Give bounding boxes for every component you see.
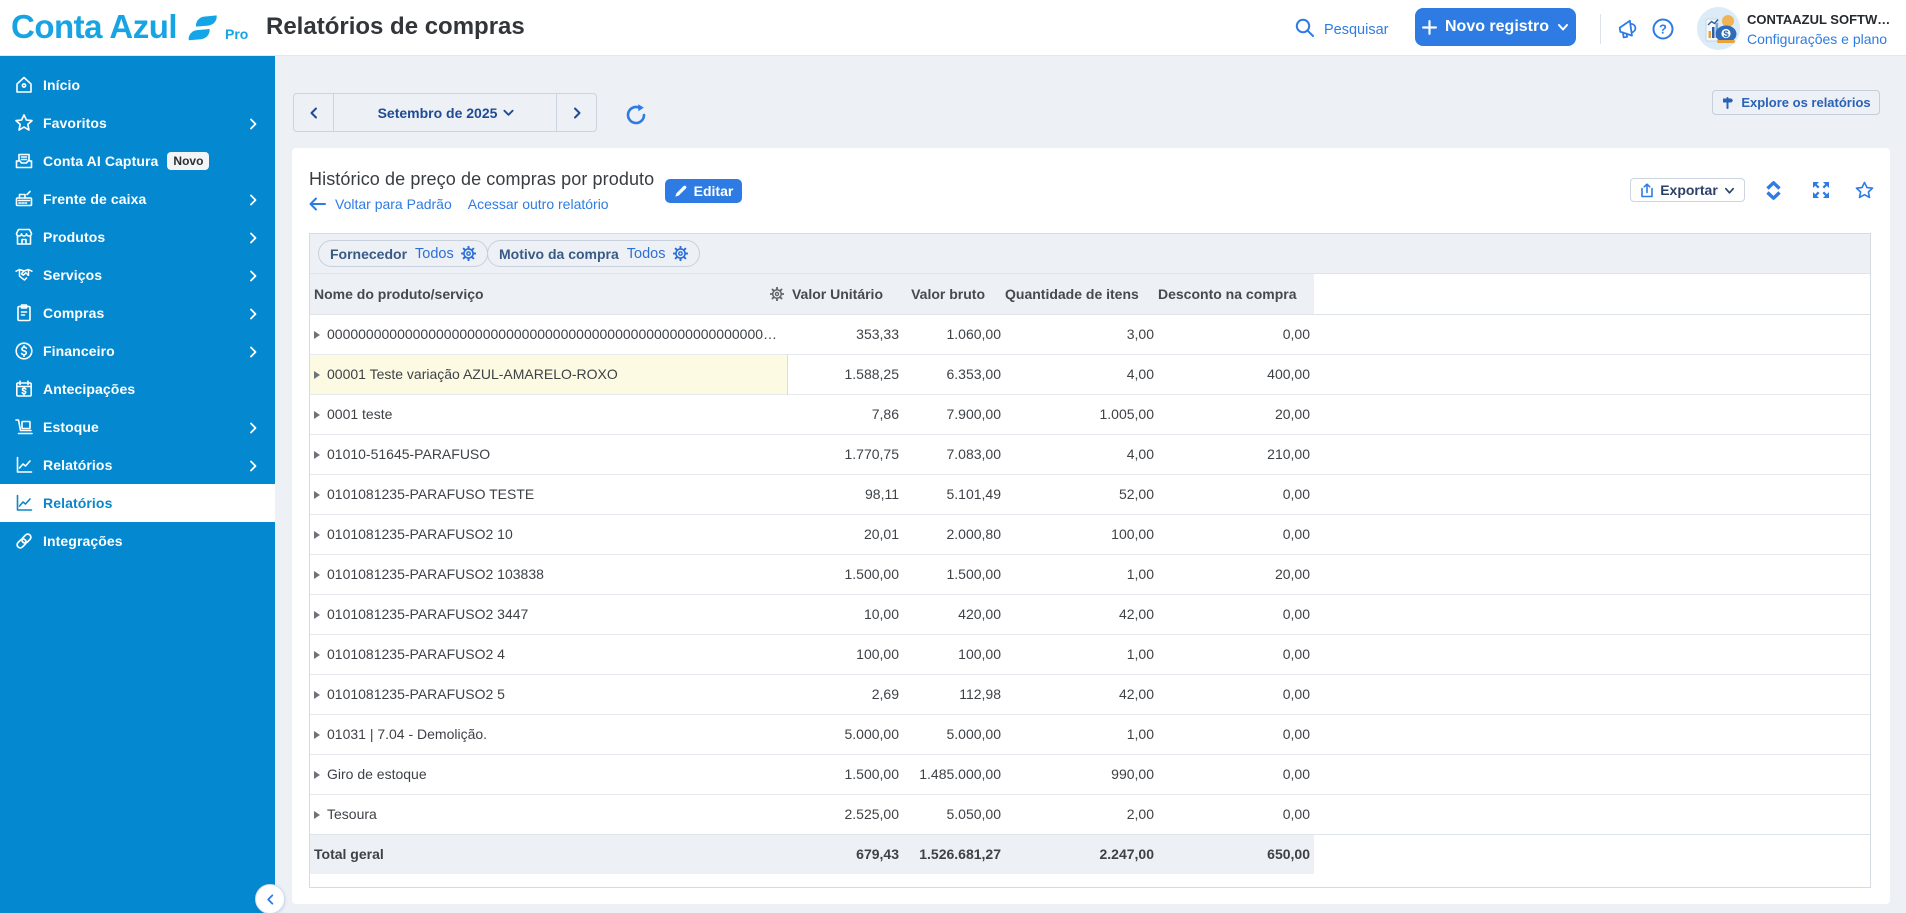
svg-text:?: ?	[1659, 22, 1667, 37]
svg-text:$: $	[1723, 29, 1729, 40]
